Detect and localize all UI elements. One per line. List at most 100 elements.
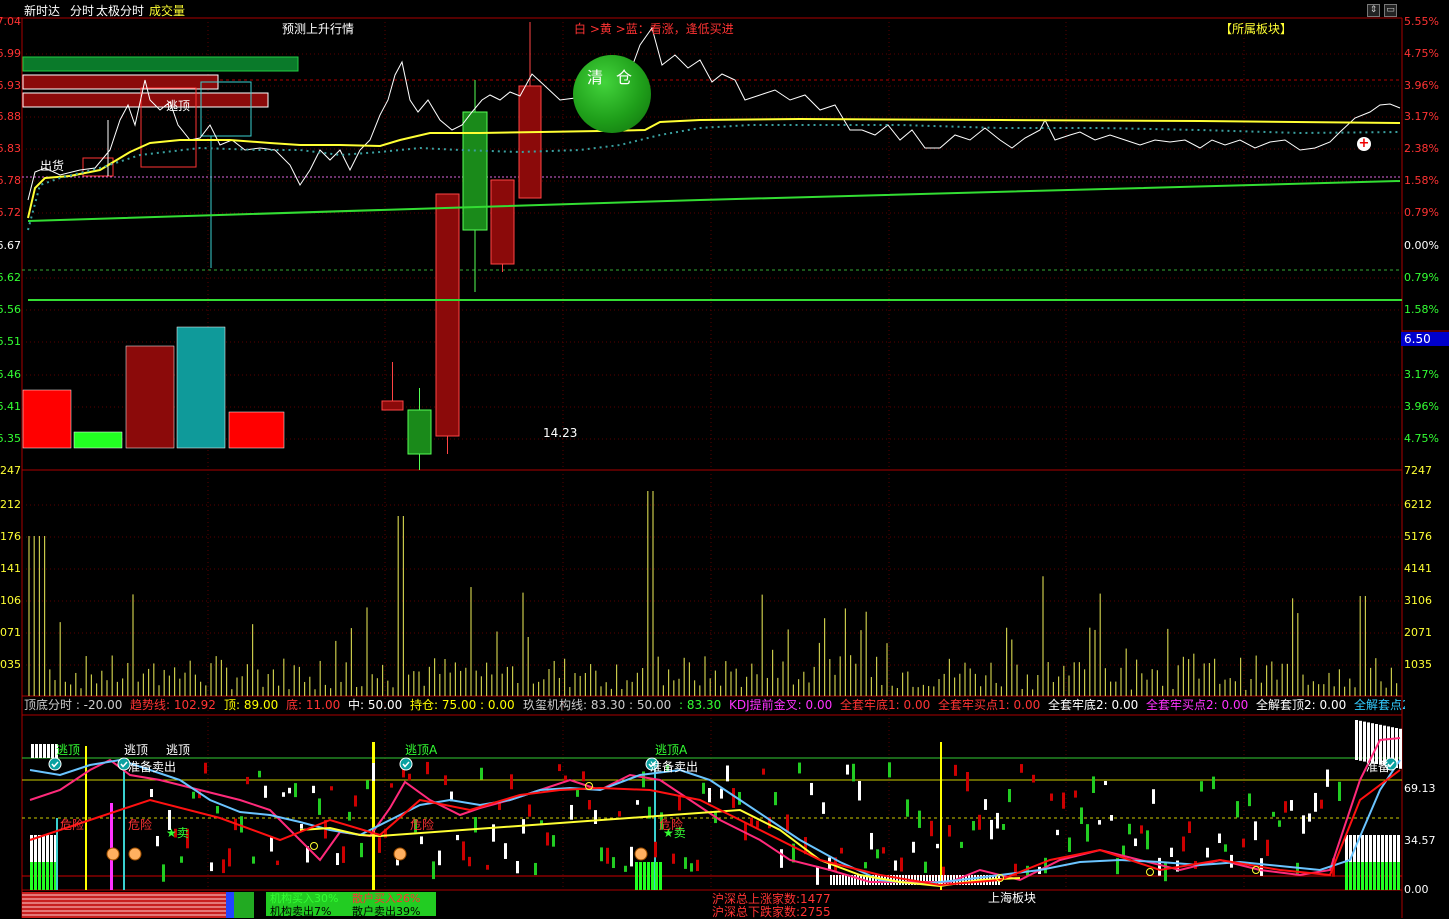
ind-bar bbox=[210, 862, 213, 872]
ind-bar bbox=[618, 811, 621, 817]
ind-bar bbox=[43, 744, 46, 758]
ind-danger-1: 危险 bbox=[60, 818, 85, 832]
ind-bar bbox=[270, 837, 273, 852]
ind-bar bbox=[35, 744, 38, 758]
face-icon bbox=[106, 847, 120, 861]
ind-bar bbox=[896, 875, 898, 885]
sector-tag[interactable]: 【所属板块】 bbox=[1220, 22, 1292, 36]
indicator-item: 趋势线: 102.92 bbox=[130, 698, 216, 712]
ind-bar bbox=[990, 819, 993, 840]
ind-bar bbox=[1044, 857, 1047, 874]
ind-bar bbox=[330, 786, 333, 791]
ind-bar bbox=[858, 780, 861, 801]
ind-bar bbox=[1086, 824, 1089, 842]
indicator-item: 全套牢底2: 0.00 bbox=[1048, 698, 1139, 712]
ind-bar bbox=[639, 862, 642, 890]
restore-icon[interactable]: ▭ bbox=[1384, 4, 1397, 17]
price-tick: 6.41 bbox=[0, 400, 21, 413]
ind-bar bbox=[1158, 857, 1161, 876]
ind-bar bbox=[1389, 862, 1392, 890]
ind-bar bbox=[31, 744, 34, 758]
block bbox=[228, 411, 285, 449]
ind-bar bbox=[1170, 847, 1173, 858]
ind-tick: 69.13 bbox=[1404, 782, 1436, 795]
ind-bar bbox=[732, 788, 735, 808]
red-strip bbox=[22, 92, 269, 108]
ind-bar bbox=[857, 875, 859, 885]
ind-bar bbox=[954, 764, 957, 776]
block bbox=[125, 345, 175, 449]
face-icon bbox=[128, 847, 142, 861]
ind-bar bbox=[960, 841, 963, 848]
ind-bar bbox=[852, 763, 855, 782]
tab-volume[interactable]: 成交量 bbox=[149, 4, 185, 18]
ind-bar bbox=[845, 875, 847, 885]
ind-bar bbox=[510, 774, 513, 790]
ind-bar bbox=[1092, 776, 1095, 793]
tab-taiji[interactable]: 太极分时 bbox=[96, 4, 144, 18]
ind-bar bbox=[624, 865, 627, 872]
ind-bar bbox=[750, 817, 753, 826]
ind-bar bbox=[534, 862, 537, 876]
pct-tick: 0.79% bbox=[1404, 206, 1439, 219]
ind-bar bbox=[1122, 845, 1125, 856]
ind-bar bbox=[252, 856, 255, 864]
indicator-item: 底: 11.00 bbox=[286, 698, 341, 712]
ind-bar bbox=[1359, 720, 1362, 761]
ind-sell-2: ★卖 bbox=[663, 826, 686, 840]
ind-bar bbox=[408, 773, 411, 781]
ind-escape-top-3: 逃顶 bbox=[166, 743, 191, 757]
vol-tick: 2071 bbox=[1404, 626, 1432, 639]
ind-bar bbox=[444, 775, 447, 786]
ind-bar bbox=[1068, 837, 1071, 853]
ind-bar bbox=[38, 862, 41, 890]
ind-bar bbox=[1008, 789, 1011, 803]
ind-sell-1: ★卖 bbox=[166, 826, 189, 840]
price-tick: 6.78 bbox=[0, 174, 21, 187]
ind-bar bbox=[1355, 720, 1358, 760]
ind-bar bbox=[1369, 862, 1372, 890]
ind-bar bbox=[1314, 792, 1317, 812]
chart-canvas[interactable] bbox=[0, 0, 1449, 918]
ind-bar bbox=[1224, 844, 1227, 852]
ind-bar bbox=[1080, 807, 1083, 824]
vol-tick: 6212 bbox=[1404, 498, 1432, 511]
indicator-item: KDJ提前金叉: 0.00 bbox=[729, 698, 833, 712]
ind-bar bbox=[1032, 774, 1035, 783]
ind-bar bbox=[150, 788, 153, 798]
ind-bar bbox=[1363, 721, 1366, 762]
indicator-item: 全套牢买点2: 0.00 bbox=[1146, 698, 1249, 712]
indicator-item: 持仓: 75.00 : 0.00 bbox=[410, 698, 515, 712]
clear-position-button[interactable]: 清 仓 bbox=[573, 55, 651, 133]
app-name: 新时达 bbox=[24, 4, 61, 18]
tab-timeshare[interactable]: 分时 bbox=[70, 4, 94, 18]
ind-bar bbox=[1397, 862, 1400, 890]
inst-buy: 机构买入30% bbox=[270, 892, 339, 905]
ind-ready-sell-1: 准备卖出 bbox=[128, 760, 177, 774]
ind-bar bbox=[966, 772, 969, 792]
ind-bar bbox=[842, 875, 844, 885]
indicator-item: 顶底分时 : -20.00 bbox=[24, 698, 123, 712]
ind-bar bbox=[936, 843, 939, 849]
ind-bar bbox=[924, 861, 927, 873]
price-tick: 6.83 bbox=[0, 142, 21, 155]
ind-bar bbox=[1326, 769, 1329, 787]
indicator-item: 全解套点2: 1.00 bbox=[1354, 698, 1405, 712]
ind-bar bbox=[1373, 862, 1376, 890]
ind-bar bbox=[1284, 801, 1287, 813]
vol-tick: 4141 bbox=[0, 562, 21, 575]
ind-ready-short: 准备 bbox=[1366, 760, 1391, 774]
add-icon[interactable]: + bbox=[1357, 137, 1371, 151]
ind-bar bbox=[654, 841, 657, 858]
ind-bar bbox=[971, 875, 973, 885]
ind-bar bbox=[708, 787, 711, 803]
price-tick: 6.51 bbox=[0, 335, 21, 348]
expand-icon[interactable]: ⇕ bbox=[1367, 4, 1380, 17]
green-strip bbox=[22, 56, 299, 72]
vol-tick: 4141 bbox=[1404, 562, 1432, 575]
ind-bar bbox=[1377, 862, 1380, 890]
star-icon: ★ bbox=[663, 826, 674, 840]
ind-bar bbox=[894, 860, 897, 871]
vol-tick: 2071 bbox=[0, 626, 21, 639]
face-icon bbox=[634, 847, 648, 861]
